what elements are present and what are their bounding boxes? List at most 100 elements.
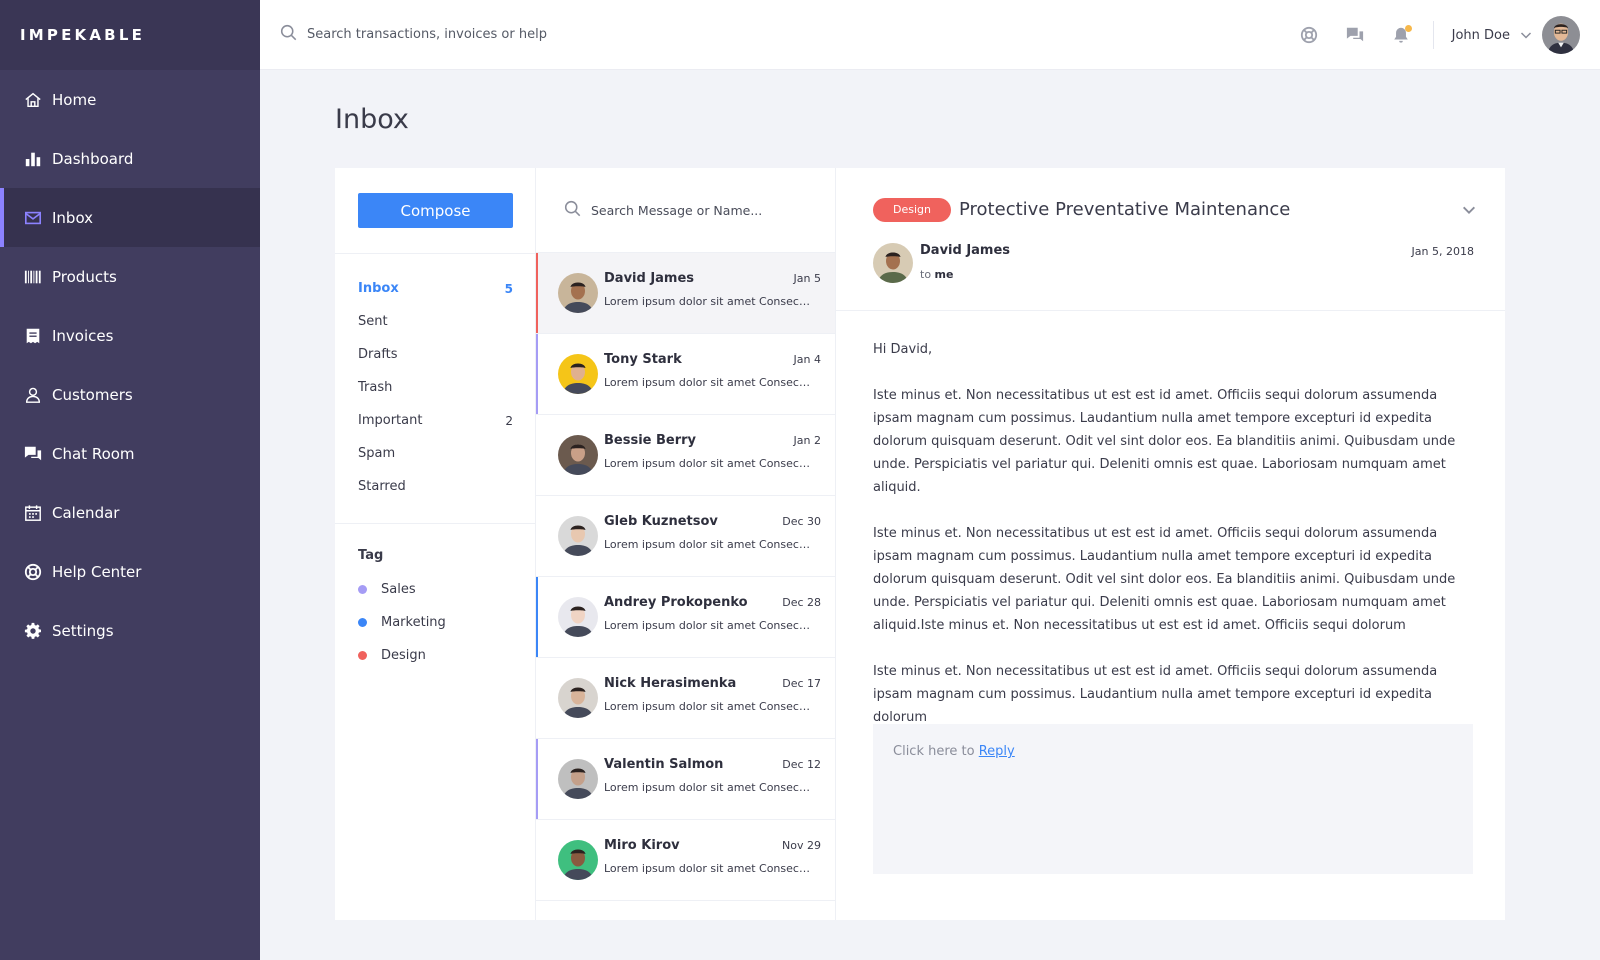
sidebar-item-products[interactable]: Products bbox=[0, 247, 260, 306]
tag-sales[interactable]: Sales bbox=[358, 573, 446, 606]
message-body: Hi David, Iste minus et. Non necessitati… bbox=[873, 338, 1473, 752]
folder-label: Starred bbox=[358, 479, 406, 494]
message-item[interactable]: Andrey Prokopenko Dec 28 Lorem ipsum dolor… bbox=[536, 577, 835, 658]
sidebar-item-settings[interactable]: Settings bbox=[0, 601, 260, 660]
message-avatar bbox=[558, 840, 598, 880]
tag-dot bbox=[358, 651, 367, 660]
chat-icon bbox=[24, 445, 42, 463]
message-date: Dec 28 bbox=[782, 596, 821, 609]
inbox-card: Compose Inbox 5 Sent Drafts Trash Importa… bbox=[335, 168, 1505, 920]
message-header-row: David James Jan 5 bbox=[604, 271, 821, 286]
message-subject: Protective Preventative Maintenance bbox=[959, 199, 1291, 220]
help-lifebuoy-icon[interactable] bbox=[1299, 25, 1319, 45]
message-avatar bbox=[558, 678, 598, 718]
reply-box[interactable]: Click here to Reply bbox=[873, 724, 1473, 874]
folder-count: 2 bbox=[505, 413, 513, 428]
page-title: Inbox bbox=[335, 104, 409, 135]
message-item[interactable]: Valentin Salmon Dec 12 Lorem ipsum dolor s… bbox=[536, 739, 835, 820]
folder-drafts[interactable]: Drafts bbox=[358, 338, 513, 371]
sidebar-item-customers[interactable]: Customers bbox=[0, 365, 260, 424]
message-item[interactable]: Tony Stark Jan 4 Lorem ipsum dolor sit ame… bbox=[536, 334, 835, 415]
message-avatar bbox=[558, 273, 598, 313]
folder-sent[interactable]: Sent bbox=[358, 305, 513, 338]
folders-divider bbox=[335, 253, 535, 254]
barcode-icon bbox=[24, 268, 42, 286]
folder-inbox[interactable]: Inbox 5 bbox=[358, 272, 513, 305]
tag-label: Sales bbox=[381, 582, 416, 597]
message-snippet: Lorem ipsum dolor sit amet Consectetur..… bbox=[604, 457, 814, 470]
message-sender: Miro Kirov bbox=[604, 838, 680, 853]
search-icon bbox=[280, 24, 297, 45]
message-sender: Gleb Kuznetsov bbox=[604, 514, 718, 529]
message-snippet: Lorem ipsum dolor sit amet Consectetur..… bbox=[604, 538, 814, 551]
tag-design[interactable]: Design bbox=[358, 639, 446, 672]
folder-label: Sent bbox=[358, 314, 388, 329]
sidebar-nav: Home Dashboard Inbox Products Invoices C… bbox=[0, 70, 260, 660]
message-item[interactable]: David James Jan 5 Lorem ipsum dolor sit am… bbox=[536, 253, 835, 334]
topbar-actions: John Doe bbox=[1273, 0, 1580, 70]
sidebar-item-label: Inbox bbox=[52, 208, 94, 227]
brand-logo[interactable]: IMPEKABLE bbox=[0, 0, 260, 70]
global-search bbox=[280, 24, 780, 45]
sender-name: David James bbox=[920, 243, 1011, 258]
sidebar-item-label: Products bbox=[52, 267, 117, 286]
sidebar-item-inbox[interactable]: Inbox bbox=[0, 188, 260, 247]
message-item[interactable]: Miro Kirov Nov 29 Lorem ipsum dolor sit am… bbox=[536, 820, 835, 901]
folder-label: Trash bbox=[358, 380, 393, 395]
message-search-input[interactable] bbox=[591, 202, 811, 218]
message-date: Jan 5 bbox=[793, 272, 821, 285]
message-item[interactable]: Nick Herasimenka Dec 17 Lorem ipsum dolor … bbox=[536, 658, 835, 739]
message-header-row: Valentin Salmon Dec 12 bbox=[604, 757, 821, 772]
sidebar-item-home[interactable]: Home bbox=[0, 70, 260, 129]
folder-trash[interactable]: Trash bbox=[358, 371, 513, 404]
message-header-row: Nick Herasimenka Dec 17 bbox=[604, 676, 821, 691]
tag-marketing[interactable]: Marketing bbox=[358, 606, 446, 639]
sender-avatar bbox=[873, 243, 913, 283]
notification-dot bbox=[1404, 25, 1412, 32]
message-list: David James Jan 5 Lorem ipsum dolor sit am… bbox=[536, 253, 835, 901]
notification-bell-icon[interactable] bbox=[1391, 25, 1412, 45]
invoice-icon bbox=[24, 327, 42, 345]
message-avatar bbox=[558, 435, 598, 475]
message-item[interactable]: Gleb Kuznetsov Dec 30 Lorem ipsum dolor si… bbox=[536, 496, 835, 577]
sidebar-item-invoices[interactable]: Invoices bbox=[0, 306, 260, 365]
sidebar-item-dashboard[interactable]: Dashboard bbox=[0, 129, 260, 188]
sidebar-item-label: Help Center bbox=[52, 562, 142, 581]
sidebar-item-label: Calendar bbox=[52, 503, 120, 522]
message-sender: Valentin Salmon bbox=[604, 757, 724, 772]
messages-chat-icon[interactable] bbox=[1345, 25, 1365, 45]
mail-icon bbox=[24, 209, 42, 227]
message-date: Dec 12 bbox=[782, 758, 821, 771]
message-date: Nov 29 bbox=[782, 839, 821, 852]
message-avatar bbox=[558, 597, 598, 637]
message-paragraph: Iste minus et. Non necessitatibus ut est… bbox=[873, 664, 1438, 725]
user-icon bbox=[24, 386, 42, 404]
folder-spam[interactable]: Spam bbox=[358, 437, 513, 470]
message-snippet: Lorem ipsum dolor sit amet Consectetur..… bbox=[604, 619, 814, 632]
chevron-down-icon[interactable] bbox=[1520, 26, 1532, 45]
folder-starred[interactable]: Starred bbox=[358, 470, 513, 503]
compose-button[interactable]: Compose bbox=[358, 193, 513, 228]
message-item[interactable]: Bessie Berry Jan 2 Lorem ipsum dolor sit a… bbox=[536, 415, 835, 496]
folder-important[interactable]: Important 2 bbox=[358, 404, 513, 437]
sidebar-item-calendar[interactable]: Calendar bbox=[0, 483, 260, 542]
global-search-input[interactable] bbox=[307, 27, 707, 42]
sidebar-item-chat-room[interactable]: Chat Room bbox=[0, 424, 260, 483]
chevron-down-icon[interactable] bbox=[1461, 202, 1477, 218]
reply-link[interactable]: Reply bbox=[979, 744, 1015, 759]
message-tag-indicator bbox=[536, 577, 538, 657]
message-sender: David James bbox=[604, 271, 695, 286]
message-header-row: Bessie Berry Jan 2 bbox=[604, 433, 821, 448]
sidebar-item-help-center[interactable]: Help Center bbox=[0, 542, 260, 601]
sidebar-item-label: Home bbox=[52, 90, 97, 109]
message-tag-indicator bbox=[536, 739, 538, 819]
message-header-row: Miro Kirov Nov 29 bbox=[604, 838, 821, 853]
message-header-row: Gleb Kuznetsov Dec 30 bbox=[604, 514, 821, 529]
tag-label: Marketing bbox=[381, 615, 446, 630]
user-name[interactable]: John Doe bbox=[1452, 28, 1510, 43]
tag-dot bbox=[358, 585, 367, 594]
user-avatar[interactable] bbox=[1542, 16, 1580, 54]
recipient-line: to me bbox=[920, 268, 953, 281]
folder-count: 5 bbox=[504, 281, 513, 296]
search-icon bbox=[564, 200, 581, 221]
